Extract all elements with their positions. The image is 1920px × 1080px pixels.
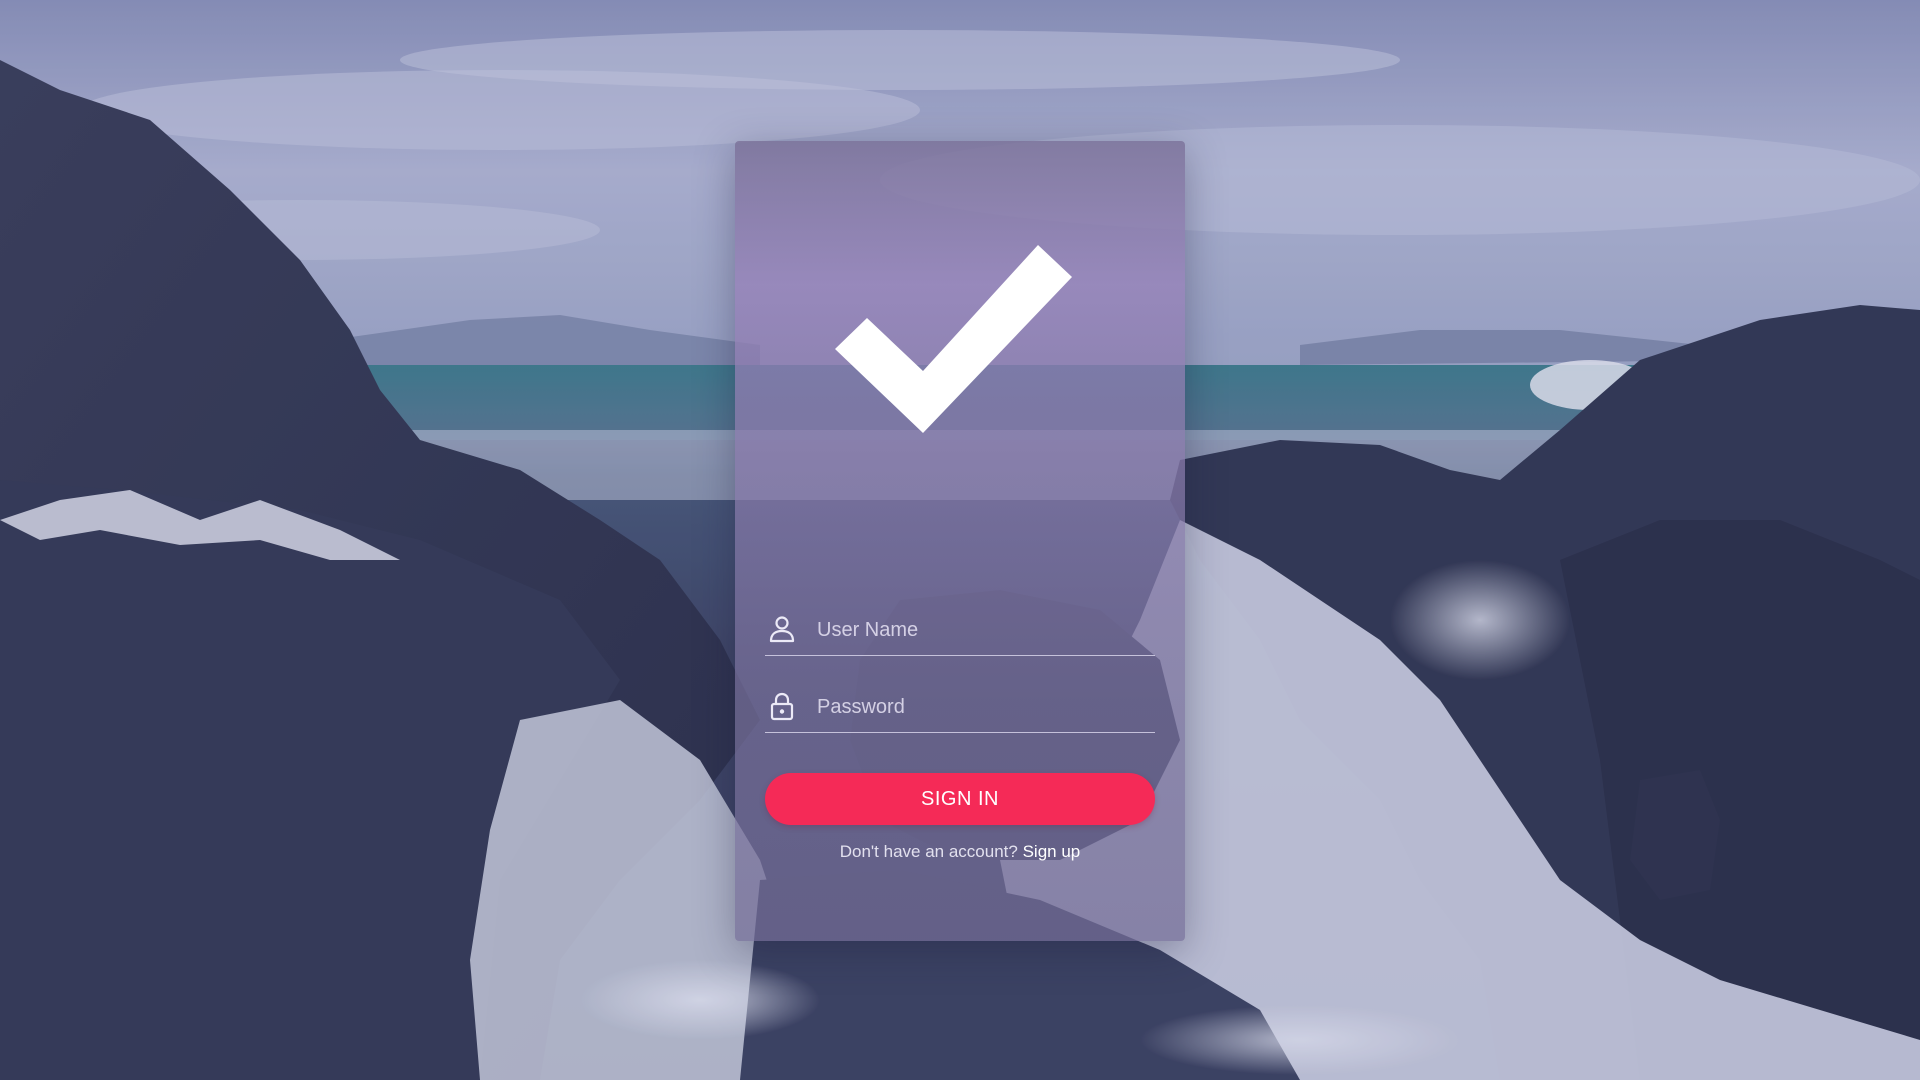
lock-icon bbox=[767, 691, 797, 721]
username-field bbox=[765, 603, 1155, 656]
signup-prompt-text: Don't have an account? bbox=[839, 842, 1018, 861]
sign-in-button[interactable]: SIGN IN bbox=[765, 773, 1155, 825]
sign-up-link[interactable]: Sign up bbox=[1023, 842, 1081, 861]
password-field bbox=[765, 680, 1155, 733]
signup-prompt: Don't have an account? Sign up bbox=[735, 842, 1185, 862]
username-input[interactable] bbox=[815, 611, 1149, 649]
login-card: SIGN IN Don't have an account? Sign up bbox=[735, 141, 1185, 941]
user-icon bbox=[767, 614, 797, 644]
password-input[interactable] bbox=[815, 688, 1149, 726]
checkmark-icon bbox=[835, 241, 1075, 441]
